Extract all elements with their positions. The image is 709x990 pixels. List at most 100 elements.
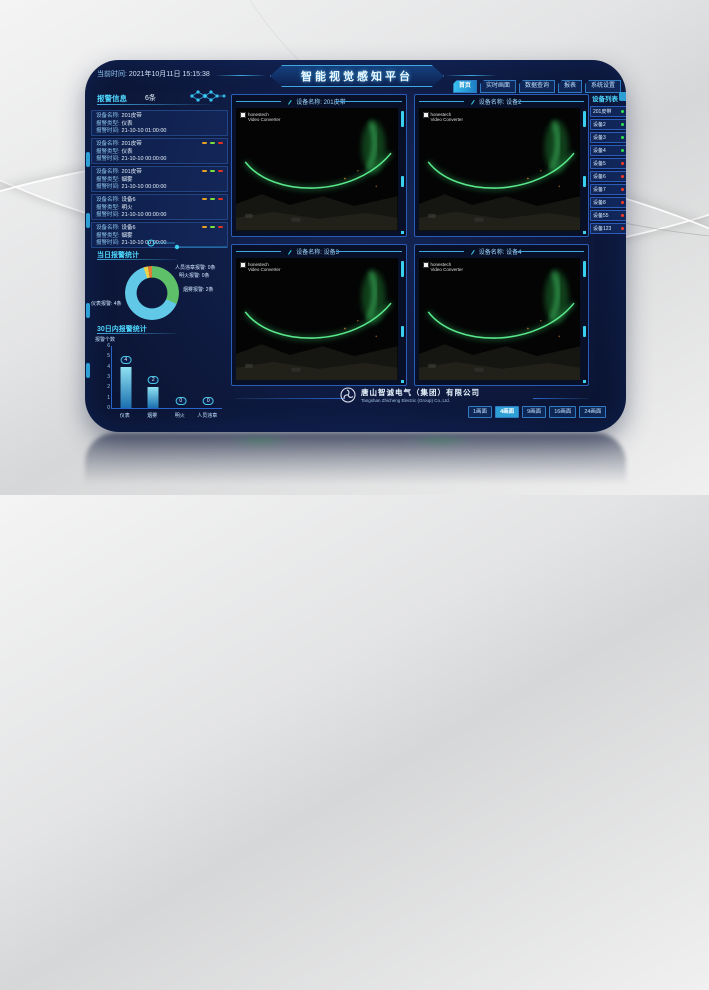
- watermark-line2: Video Converter: [431, 267, 463, 272]
- indicator-dash: [210, 170, 215, 172]
- device-list-tab[interactable]: [619, 92, 626, 101]
- video-grid: 设备名称: 201皮带honestechVideo Converter设备名称:…: [231, 94, 589, 386]
- bar: [120, 367, 131, 408]
- nav-buttons: 首页实时画面数据查询报表系统设置: [453, 80, 621, 93]
- video-feed: honestechVideo Converter: [236, 258, 398, 381]
- nav-button-0[interactable]: 首页: [453, 80, 477, 93]
- video-panel-2[interactable]: 设备名称: 设备3honestechVideo Converter: [231, 244, 407, 387]
- bar-columns: 4200: [112, 346, 222, 408]
- bar-chart-plot: 4200 0123456: [111, 346, 222, 409]
- alarm-type-row: 报警类型:烟雾: [96, 177, 223, 185]
- scroll-accent: [401, 111, 404, 127]
- device-list-item[interactable]: 设备2: [590, 119, 626, 130]
- nav-button-2[interactable]: 数据查询: [519, 80, 555, 93]
- field-value: 21-10-10 01:00:00: [122, 128, 167, 134]
- bar-value-label: 2: [148, 376, 159, 384]
- device-list-item[interactable]: 201皮带: [590, 106, 626, 117]
- bar-category-label: 明火: [166, 412, 194, 419]
- video-panel-3[interactable]: 设备名称: 设备4 honestechVideo Converter: [414, 244, 590, 387]
- nav-button-1[interactable]: 实时画面: [480, 80, 516, 93]
- indicator-dash: [218, 142, 223, 144]
- nav-button-3[interactable]: 报表: [558, 80, 582, 93]
- video-watermark: honestechVideo Converter: [423, 262, 463, 272]
- video-panel-0[interactable]: 设备名称: 201皮带honestechVideo Converter: [231, 94, 407, 237]
- layout-button-0[interactable]: 1画面: [468, 406, 492, 418]
- divider: [97, 333, 177, 334]
- device-list-item[interactable]: 设备7: [590, 184, 626, 195]
- device-name: 设备2: [593, 121, 606, 128]
- y-axis-tick: 0: [107, 405, 110, 411]
- layout-button-3[interactable]: 16画面: [549, 406, 576, 418]
- device-name: 设备3: [593, 134, 606, 141]
- device-list-item[interactable]: 设备4: [590, 145, 626, 156]
- video-panel-title: 设备名称: 设备2: [472, 97, 522, 106]
- offline-status-dot: [621, 201, 624, 204]
- bar-chart-ylabel: 报警个数: [95, 336, 115, 343]
- bar-value-label: 0: [175, 397, 186, 405]
- alarm-item[interactable]: 设备名称:201皮带报警类型:烟雾报警时间:21-10-10 00:00:00: [91, 166, 228, 192]
- title-decor-line: [445, 75, 497, 76]
- alarm-time-row: 报警时间:21-10-10 00:00:00: [96, 184, 223, 192]
- offline-status-dot: [621, 175, 624, 178]
- current-time: 当前时间: 2021年10月11日 15:15:38: [97, 69, 210, 79]
- field-label: 报警类型:: [96, 233, 120, 239]
- device-list-item[interactable]: 设备123: [590, 223, 626, 234]
- layout-button-4[interactable]: 24画面: [579, 406, 606, 418]
- donut-label: 烟雾报警: 2条: [183, 286, 214, 293]
- device-list-item[interactable]: 设备55: [590, 210, 626, 221]
- bar-category-label: 烟雾: [139, 412, 167, 419]
- device-list-item[interactable]: 设备5: [590, 158, 626, 169]
- indicator-dash: [218, 226, 223, 228]
- alarm-device-row: 设备名称:201皮带: [96, 113, 223, 121]
- field-value: 201皮带: [122, 113, 142, 119]
- page-title-frame: 智能视觉感知平台: [270, 65, 444, 87]
- alarm-item[interactable]: 设备名称:设备6报警类型:明火报警时间:21-10-10 00:00:00: [91, 194, 228, 220]
- field-value: 烟雾: [122, 177, 133, 183]
- alarm-item[interactable]: 设备名称:201皮带报警类型:仪表报警时间:21-10-10 01:00:00: [91, 110, 228, 136]
- device-list-item[interactable]: 设备8: [590, 197, 626, 208]
- status-indicator-lights: [202, 170, 223, 172]
- scroll-accent: [583, 176, 586, 187]
- alarm-time-row: 报警时间:21-10-10 00:00:00: [96, 212, 223, 220]
- status-indicator-lights: [202, 142, 223, 144]
- online-status-dot: [621, 123, 624, 126]
- corner-dot: [401, 231, 404, 234]
- donut-label: 明火报警: 0条: [179, 272, 210, 279]
- layout-button-2[interactable]: 9画面: [522, 406, 546, 418]
- edge-accent: [86, 213, 90, 228]
- device-list-item[interactable]: 设备3: [590, 132, 626, 143]
- video-panel-header: 设备名称: 设备2: [415, 95, 589, 108]
- layout-buttons: 1画面4画面9画面16画面24画面: [468, 406, 606, 418]
- bar-column: 2: [140, 346, 168, 408]
- field-label: 报警类型:: [96, 205, 120, 211]
- alarm-type-row: 报警类型:仪表: [96, 149, 223, 157]
- field-value: 仪表: [122, 121, 133, 127]
- page-title: 智能视觉感知平台: [301, 68, 413, 84]
- indicator-dash: [202, 226, 207, 228]
- title-decor-line: [215, 75, 267, 76]
- device-list-item[interactable]: 设备6: [590, 171, 626, 182]
- alarm-type-row: 报警类型:仪表: [96, 121, 223, 129]
- video-panel-header: 设备名称: 设备4: [415, 245, 589, 258]
- edge-accent: [86, 152, 90, 167]
- edge-accent: [86, 363, 90, 378]
- nav-button-4[interactable]: 系统设置: [585, 80, 621, 93]
- video-panel-1[interactable]: 设备名称: 设备2honestechVideo Converter: [414, 94, 590, 237]
- device-name: 设备8: [593, 199, 606, 206]
- watermark-logo-icon: [240, 112, 246, 118]
- molecule-icon: [189, 87, 227, 105]
- indicator-dash: [202, 142, 207, 144]
- alarm-item[interactable]: 设备名称:201皮带报警类型:仪表报警时间:21-10-10 00:00:00: [91, 138, 228, 164]
- divider: [97, 259, 177, 260]
- device-name: 设备123: [593, 225, 611, 232]
- watermark-logo-icon: [240, 262, 246, 268]
- field-value: 201皮带: [122, 169, 142, 175]
- video-panel-title: 设备名称: 设备4: [472, 247, 522, 256]
- bar-column: 4: [112, 346, 140, 408]
- scroll-accent: [401, 261, 404, 277]
- layout-button-1[interactable]: 4画面: [495, 406, 519, 418]
- slash-decor: [288, 250, 292, 255]
- field-value: 21-10-10 00:00:00: [122, 184, 167, 190]
- indicator-dash: [210, 142, 215, 144]
- indicator-dash: [202, 170, 207, 172]
